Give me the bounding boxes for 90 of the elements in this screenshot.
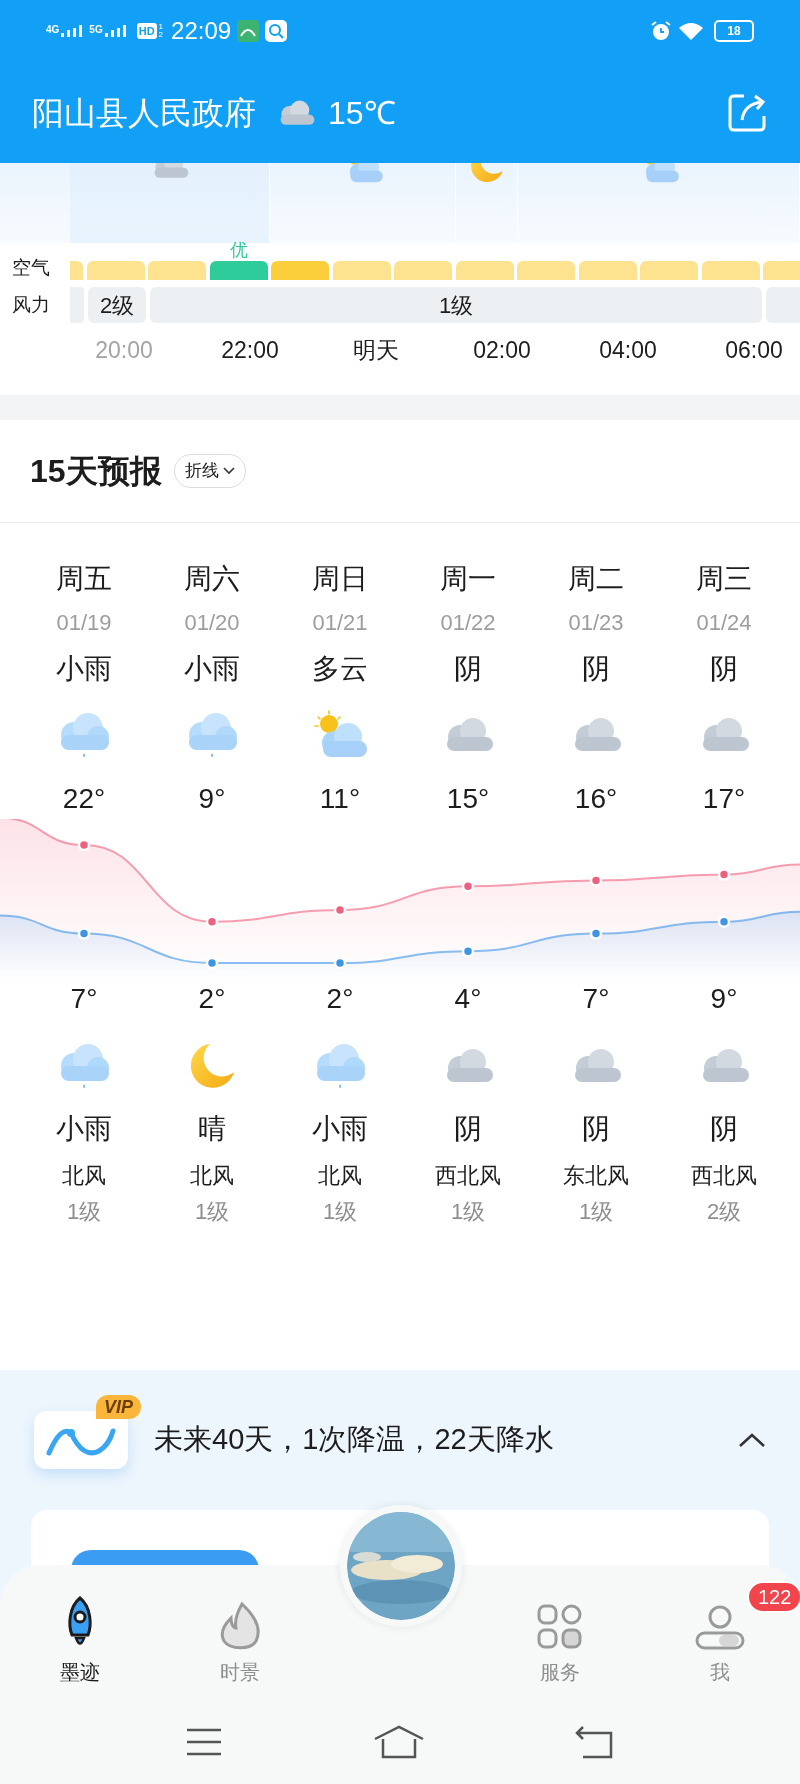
wind-level: 1级 [450, 1198, 486, 1226]
menu-icon[interactable] [185, 1727, 223, 1757]
wind-level: 1级 [66, 1198, 102, 1226]
tab-button[interactable]: 服务 [536, 1595, 584, 1687]
tab-button[interactable]: 时景 [216, 1595, 264, 1687]
network-label: 4G [46, 25, 60, 35]
date-label: 01/23 [568, 609, 624, 637]
day-weather-text: 多云 [312, 652, 368, 686]
low-temperature: 7° [70, 982, 98, 1016]
wind-level: 1级 [578, 1198, 614, 1226]
air-quality-text: 优 [229, 239, 248, 261]
trend-icon [34, 1411, 128, 1469]
low-temperature: 4° [454, 982, 482, 1016]
outlook-summary: 未来40天，1次降温，22天降水 [154, 1422, 555, 1458]
search-app-icon [265, 20, 288, 42]
wind-direction: 北风 [318, 1162, 362, 1190]
tab-button[interactable]: 我 [694, 1595, 746, 1687]
hour-label: 明天 [353, 335, 399, 365]
high-temperature: 16° [574, 782, 618, 816]
clock-time: 22:09 [171, 16, 232, 46]
wind-direction: 北风 [190, 1162, 234, 1190]
wind-direction: 西北风 [691, 1162, 757, 1190]
low-temperature: 2° [198, 982, 226, 1016]
wind-level-bar: 1级 [150, 287, 762, 323]
hour-label: 02:00 [473, 335, 531, 365]
night-weather-text: 小雨 [312, 1112, 368, 1146]
tab-button[interactable]: 墨迹 [60, 1595, 100, 1687]
wind-level: 1级 [194, 1198, 230, 1226]
high-temperature: 17° [702, 782, 746, 816]
day-weather-text: 阴 [582, 652, 610, 686]
high-temperature: 9° [198, 782, 226, 816]
signal-icon [61, 25, 84, 37]
grid-icon [536, 1603, 584, 1651]
high-temperature: 11° [319, 782, 361, 816]
day-weather-text: 阴 [710, 652, 738, 686]
date-label: 01/19 [56, 609, 112, 637]
weekday-label: 周二 [568, 562, 624, 596]
weekday-label: 周三 [696, 562, 752, 596]
weekday-label: 周日 [312, 562, 368, 596]
notification-badge: 122 [747, 1581, 800, 1613]
day-weather-text: 阴 [454, 652, 482, 686]
current-temperature: 15℃ [328, 93, 396, 133]
high-temperature: 22° [62, 782, 106, 816]
hour-label: 06:00 [725, 335, 783, 365]
wifi-icon [678, 21, 704, 41]
night-weather-text: 阴 [454, 1112, 482, 1146]
low-temperature: 7° [582, 982, 610, 1016]
wind-direction: 东北风 [563, 1162, 629, 1190]
date-label: 01/22 [440, 609, 496, 637]
night-weather-text: 阴 [710, 1112, 738, 1146]
hd-badge: HD [136, 23, 157, 39]
forecast-title: 15天预报 [30, 452, 162, 491]
weekday-label: 周一 [440, 562, 496, 596]
day-weather-text: 小雨 [56, 652, 112, 686]
hour-label: 04:00 [599, 335, 657, 365]
air-quality-label: 空气 [11, 256, 51, 280]
back-icon[interactable] [575, 1725, 615, 1759]
hour-label: 22:00 [221, 335, 279, 365]
sim-number: 2 [158, 31, 164, 39]
chevron-up-icon [738, 1432, 766, 1448]
wind-level-bar: 2级 [88, 287, 146, 323]
night-weather-text: 晴 [198, 1112, 226, 1146]
vip-badge: VIP [96, 1395, 141, 1419]
wind-direction: 西北风 [435, 1162, 501, 1190]
wind-level: 1级 [322, 1198, 358, 1226]
home-icon[interactable] [373, 1725, 425, 1759]
night-weather-text: 小雨 [56, 1112, 112, 1146]
chevron-down-icon [222, 467, 235, 475]
date-label: 01/24 [696, 609, 752, 637]
weekday-label: 周五 [56, 562, 112, 596]
wind-label: 风力 [11, 292, 51, 317]
night-weather-text: 阴 [582, 1112, 610, 1146]
low-temperature: 2° [326, 982, 354, 1016]
alarm-icon [650, 20, 672, 42]
day-weather-text: 小雨 [184, 652, 240, 686]
date-label: 01/21 [312, 609, 368, 637]
app-icon [237, 20, 260, 42]
sim-number: 1 [158, 23, 164, 31]
wind-level: 2级 [706, 1198, 742, 1226]
high-temperature: 15° [446, 782, 490, 816]
date-label: 01/20 [184, 609, 240, 637]
network-label: 5G [89, 25, 103, 35]
signal-icon [104, 25, 127, 37]
low-temperature: 9° [710, 982, 738, 1016]
weekday-label: 周六 [184, 562, 240, 596]
battery-indicator: 18 [714, 20, 754, 42]
person-icon [694, 1603, 746, 1651]
hour-label: 20:00 [95, 335, 153, 365]
wind-direction: 北风 [62, 1162, 106, 1190]
location-title: 阳山县人民政府 [32, 93, 256, 133]
